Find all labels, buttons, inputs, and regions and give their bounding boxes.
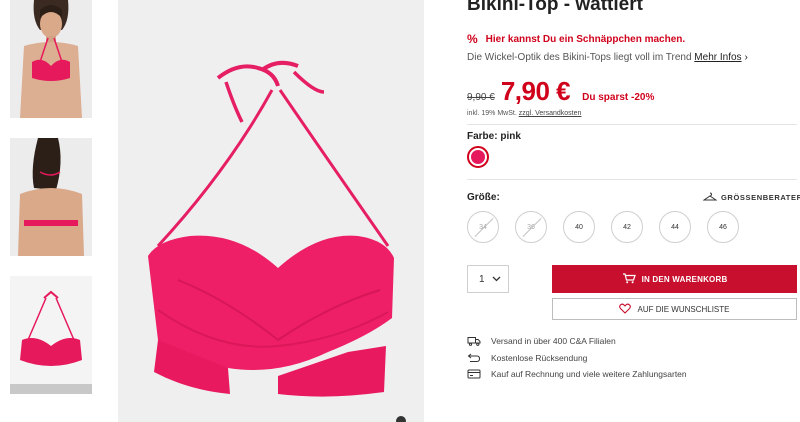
add-to-cart-label: IN DEN WARENKORB bbox=[641, 274, 728, 284]
truck-icon bbox=[467, 336, 481, 347]
quantity-value: 1 bbox=[479, 273, 485, 285]
feature-text: Kauf auf Rechnung und viele weitere Zahl… bbox=[491, 369, 687, 380]
product-description: Die Wickel-Optik des Bikini-Tops liegt v… bbox=[467, 52, 748, 63]
current-price: 7,90 € bbox=[500, 76, 571, 106]
chevron-right-icon: › bbox=[744, 52, 748, 63]
product-title: Bikini-Top - wattiert bbox=[467, 0, 643, 15]
cart-icon bbox=[622, 272, 636, 286]
zoom-icon[interactable] bbox=[396, 416, 406, 422]
size-option[interactable]: 44 bbox=[659, 211, 691, 243]
promo-text: Hier kannst Du ein Schnäppchen machen. bbox=[485, 33, 686, 45]
main-product-image[interactable] bbox=[118, 0, 424, 422]
thumbnail-scrollbar[interactable] bbox=[10, 384, 92, 394]
wishlist-label: AUF DIE WUNSCHLISTE bbox=[637, 304, 730, 314]
size-selector: 34 36 40 42 44 46 bbox=[467, 211, 739, 243]
hanger-icon bbox=[702, 192, 718, 203]
shipping-costs-link[interactable]: zzgl. Versandkosten bbox=[519, 110, 582, 117]
feature-item: Kostenlose Rücksendung bbox=[467, 350, 687, 367]
old-price: 9,90 € bbox=[467, 92, 495, 103]
vat-text: inkl. 19% MwSt. bbox=[467, 110, 517, 117]
thumbnail-front[interactable] bbox=[10, 0, 92, 118]
percent-icon: % bbox=[467, 32, 478, 46]
credit-card-icon bbox=[467, 369, 481, 379]
size-option[interactable]: 42 bbox=[611, 211, 643, 243]
feature-text: Kostenlose Rücksendung bbox=[491, 352, 588, 363]
more-info-link[interactable]: Mehr Infos bbox=[694, 52, 741, 63]
add-to-cart-button[interactable]: IN DEN WARENKORB bbox=[552, 265, 797, 293]
divider bbox=[467, 124, 797, 125]
thumbnail-product[interactable] bbox=[10, 276, 92, 384]
divider bbox=[467, 179, 797, 180]
swatch-fill bbox=[471, 150, 485, 164]
feature-item: Kauf auf Rechnung und viele weitere Zahl… bbox=[467, 366, 687, 383]
size-option[interactable]: 46 bbox=[707, 211, 739, 243]
size-label: Größe: bbox=[467, 192, 500, 203]
price-row: 9,90 € 7,90 € Du sparst -20% bbox=[467, 76, 654, 107]
quantity-select[interactable]: 1 bbox=[467, 265, 509, 293]
vat-info: inkl. 19% MwSt. zzgl. Versandkosten bbox=[467, 110, 581, 117]
return-icon bbox=[467, 353, 481, 363]
size-guide-button[interactable]: GRÖSSENBERATER bbox=[702, 192, 800, 203]
feature-text: Versand in über 400 C&A Filialen bbox=[491, 336, 616, 347]
add-to-wishlist-button[interactable]: AUF DIE WUNSCHLISTE bbox=[552, 298, 797, 320]
size-option[interactable]: 36 bbox=[515, 211, 547, 243]
description-text: Die Wickel-Optik des Bikini-Tops liegt v… bbox=[467, 52, 692, 63]
chevron-down-icon bbox=[492, 274, 501, 285]
color-label: Farbe: pink bbox=[467, 131, 521, 142]
size-option[interactable]: 34 bbox=[467, 211, 499, 243]
heart-icon bbox=[619, 303, 632, 316]
feature-item: Versand in über 400 C&A Filialen bbox=[467, 333, 687, 350]
service-features: Versand in über 400 C&A Filialen Kostenl… bbox=[467, 333, 687, 383]
size-option[interactable]: 40 bbox=[563, 211, 595, 243]
promo-banner: % Hier kannst Du ein Schnäppchen machen. bbox=[467, 32, 685, 46]
thumbnail-back[interactable] bbox=[10, 138, 92, 256]
size-guide-label: GRÖSSENBERATER bbox=[721, 193, 800, 202]
color-swatch-pink[interactable] bbox=[467, 146, 489, 168]
savings-badge: Du sparst -20% bbox=[582, 92, 655, 103]
